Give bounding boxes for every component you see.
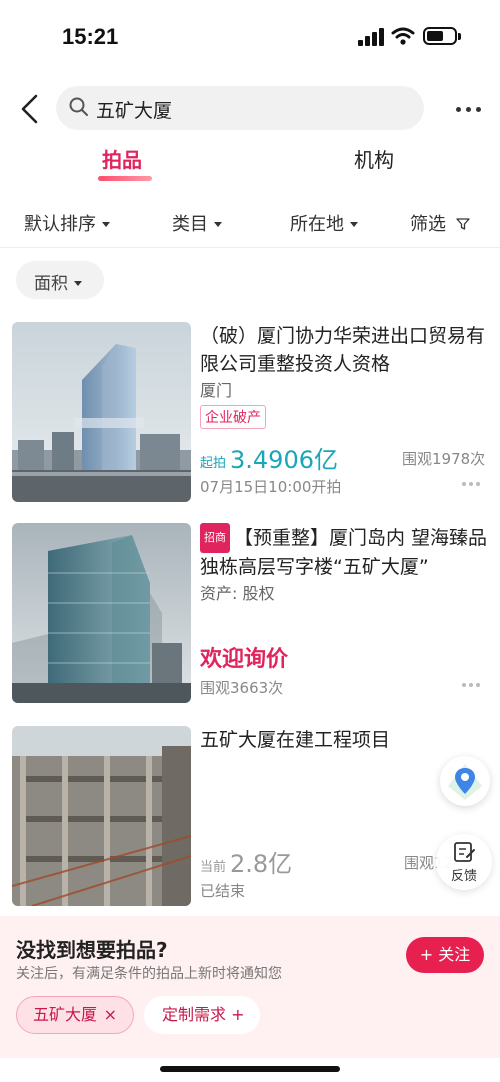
funnel-icon	[456, 218, 470, 230]
signal-icon	[358, 28, 384, 46]
list-item[interactable]: （破）厦门协力华荣进出口贸易有限公司重整投资人资格 厦门 企业破产 起拍 3.4…	[0, 322, 500, 512]
listing-title-text: 【预重整】厦门岛内 望海臻品独栋高层写字楼“五矿大厦”	[200, 527, 488, 578]
filter-location-label: 所在地	[290, 214, 344, 235]
feedback-label: 反馈	[450, 869, 477, 884]
price-value: 欢迎询价	[200, 647, 289, 672]
listing-image	[12, 322, 191, 502]
back-button[interactable]	[16, 92, 46, 126]
caret-down-icon	[350, 222, 358, 227]
feedback-button[interactable]: 反馈	[436, 834, 492, 890]
promo-badge: 招商	[200, 523, 230, 553]
listing-title: 五矿大厦在建工程项目	[200, 729, 391, 751]
item-more-button[interactable]	[462, 681, 482, 689]
status-time: 15:21	[62, 24, 119, 49]
search-query-text: 五矿大厦	[96, 100, 173, 122]
area-chip-label: 面积	[34, 274, 68, 294]
search-icon	[69, 97, 88, 116]
tab-institutions[interactable]: 机构	[354, 144, 394, 173]
view-count: 围观1978次	[402, 450, 486, 468]
listing-image	[12, 523, 191, 703]
listing-title: 招商 【预重整】厦门岛内 望海臻品独栋高层写字楼“五矿大厦”	[200, 523, 488, 579]
price-label: 当前	[200, 860, 227, 875]
more-options-button[interactable]	[452, 94, 486, 124]
chevron-left-icon	[21, 94, 38, 124]
filter-category[interactable]: 类目	[172, 210, 222, 236]
auction-start-time: 07月15日10:00开拍	[200, 478, 342, 496]
filter-sort[interactable]: 默认排序	[24, 210, 110, 236]
price-value: 3.4906亿	[230, 446, 338, 474]
caret-down-icon	[102, 222, 110, 227]
price-value: 2.8亿	[230, 850, 293, 878]
status-bar: 15:21	[0, 0, 500, 76]
close-icon[interactable]: ×	[104, 997, 117, 1033]
auction-status: 已结束	[200, 882, 246, 900]
home-indicator	[160, 1066, 340, 1072]
filter-bar: 默认排序 类目 所在地 筛选	[0, 198, 500, 248]
listing-location: 厦门	[200, 381, 233, 400]
follow-button[interactable]: + 关注	[406, 937, 484, 973]
filter-screen[interactable]: 筛选	[410, 210, 470, 236]
search-input[interactable]: 五矿大厦	[56, 86, 424, 130]
filter-sort-label: 默认排序	[24, 214, 96, 235]
active-tab-indicator	[98, 176, 152, 181]
list-item[interactable]: 招商 【预重整】厦门岛内 望海臻品独栋高层写字楼“五矿大厦” 资产: 股权 欢迎询…	[0, 523, 500, 713]
caret-down-icon	[74, 281, 82, 286]
price-label: 起拍	[200, 456, 227, 471]
category-tag: 企业破产	[200, 405, 266, 429]
filter-location[interactable]: 所在地	[290, 210, 358, 236]
keyword-chip-label: 五矿大厦	[33, 1005, 98, 1024]
map-pin-icon	[448, 764, 482, 800]
listing-asset-type: 资产: 股权	[200, 584, 275, 603]
subscribe-subtitle: 关注后，有满足条件的拍品上新时将通知您	[16, 966, 282, 982]
listing-title: （破）厦门协力华荣进出口贸易有限公司重整投资人资格	[200, 325, 486, 375]
filter-area-chip[interactable]: 面积	[16, 261, 104, 299]
custom-request-button[interactable]: 定制需求 +	[144, 996, 260, 1034]
item-more-button[interactable]	[462, 480, 482, 488]
view-count: 围观3663次	[200, 679, 284, 697]
listing-image	[12, 726, 191, 906]
battery-icon	[423, 27, 461, 45]
caret-down-icon	[214, 222, 222, 227]
list-item[interactable]: 五矿大厦在建工程项目 当前 2.8亿 围观12 已结束	[0, 726, 500, 916]
subscribe-panel: 没找到想要拍品? 关注后，有满足条件的拍品上新时将通知您 + 关注 五矿大厦 ×…	[0, 916, 500, 1058]
result-tabs: 拍品 机构	[0, 140, 500, 184]
search-bar-row: 五矿大厦	[0, 86, 500, 132]
filter-screen-label: 筛选	[410, 214, 446, 235]
filter-category-label: 类目	[172, 214, 208, 235]
keyword-chip[interactable]: 五矿大厦 ×	[16, 996, 134, 1034]
subscribe-title: 没找到想要拍品?	[16, 938, 168, 962]
tab-lots[interactable]: 拍品	[102, 144, 142, 173]
wifi-icon	[391, 27, 415, 45]
map-button[interactable]	[440, 756, 490, 806]
